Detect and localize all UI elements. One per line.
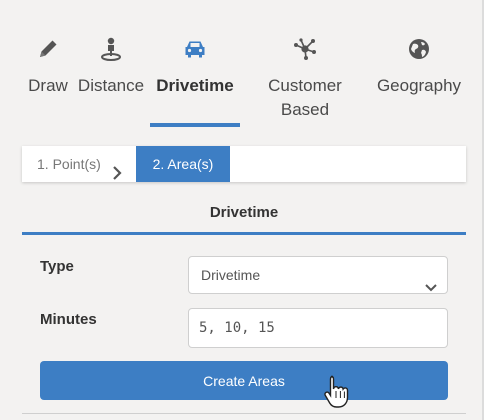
chevron-down-icon <box>425 270 437 292</box>
tab-drivetime[interactable]: Drivetime <box>150 0 240 130</box>
step-breadcrumb: 1. Point(s) 2. Area(s) <box>22 146 466 182</box>
type-select[interactable]: Drivetime <box>188 256 448 294</box>
pencil-icon <box>35 36 61 62</box>
tab-customer-based[interactable]: Customer Based <box>252 0 358 130</box>
chevron-right-icon <box>112 157 122 180</box>
section-divider <box>22 232 466 235</box>
tool-tabs: Draw Distance Drivetime Customer Based G… <box>0 0 484 130</box>
tab-label: Geography <box>376 76 462 95</box>
type-label: Type <box>40 258 74 275</box>
car-icon <box>182 36 208 62</box>
step-points[interactable]: 1. Point(s) <box>22 146 136 182</box>
hand-pointer-cursor-icon <box>322 374 350 410</box>
create-areas-button[interactable]: Create Areas <box>40 361 448 400</box>
tab-geography[interactable]: Geography <box>372 0 466 130</box>
section-title: Drivetime <box>209 204 279 221</box>
minutes-label: Minutes <box>40 311 97 328</box>
type-select-value: Drivetime <box>201 267 261 283</box>
tab-label: Drivetime <box>156 76 234 95</box>
step-label: 1. Point(s) <box>37 156 101 172</box>
minutes-input[interactable] <box>188 308 448 348</box>
tab-draw[interactable]: Draw <box>22 0 74 130</box>
tab-label: Draw <box>28 76 68 95</box>
network-icon <box>292 36 318 62</box>
tab-label: Customer Based <box>268 76 342 119</box>
step-areas[interactable]: 2. Area(s) <box>136 146 230 182</box>
person-pin-icon <box>98 36 124 62</box>
step-label: 2. Area(s) <box>152 156 214 172</box>
footer-divider <box>22 413 466 414</box>
tab-label: Distance <box>77 76 145 95</box>
tab-distance[interactable]: Distance <box>76 0 146 130</box>
active-tab-indicator <box>150 123 240 127</box>
globe-icon <box>406 36 432 62</box>
